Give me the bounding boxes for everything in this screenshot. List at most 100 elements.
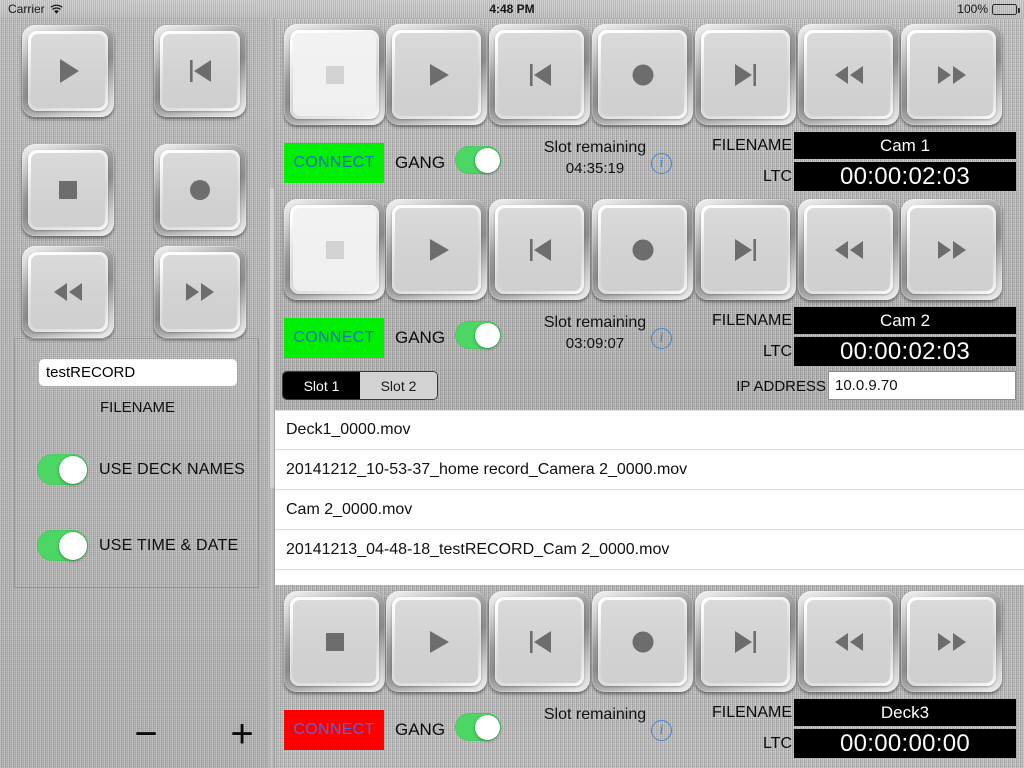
ip-address-input[interactable] — [828, 371, 1016, 400]
deck3-prev-button[interactable] — [489, 591, 590, 692]
filename-panel: FILENAME USE DECK NAMES USE TIME & DATE — [14, 338, 259, 588]
deck2-info-icon[interactable]: i — [651, 328, 672, 349]
deck2-fast-forward-button[interactable] — [901, 199, 1002, 300]
deck-row-2: CONNECT GANG Slot remaining 03:09:07 i F… — [275, 193, 1024, 368]
deck1-prev-button[interactable] — [489, 24, 590, 125]
deck2-stop-button[interactable] — [284, 199, 385, 300]
deck2-rewind-button[interactable] — [798, 199, 899, 300]
deck3-transport-bar — [275, 585, 1024, 698]
file-list-item[interactable]: 20141212_10-53-37_home record_Camera 2_0… — [275, 450, 1024, 490]
slot-2-segment[interactable]: Slot 2 — [360, 372, 437, 399]
file-list[interactable]: Deck1_0000.mov 20141212_10-53-37_home re… — [275, 410, 1024, 585]
rewind-icon — [54, 283, 82, 301]
deck1-play-button[interactable] — [386, 24, 487, 125]
deck3-info-icon[interactable]: i — [651, 720, 672, 741]
use-deck-names-toggle[interactable] — [37, 454, 88, 485]
sidebar-prev-button[interactable] — [154, 25, 246, 117]
decks-pane: CONNECT GANG Slot remaining 04:35:19 i F… — [275, 18, 1024, 768]
file-list-item[interactable]: Deck1_0000.mov — [275, 410, 1024, 450]
pane-scrollbar[interactable] — [269, 18, 275, 768]
skip-previous-icon — [529, 630, 551, 653]
clock: 4:48 PM — [489, 2, 535, 16]
deck1-filename-label: FILENAME — [711, 137, 792, 154]
use-deck-names-row[interactable]: USE DECK NAMES — [37, 454, 245, 485]
deck2-next-button[interactable] — [695, 199, 796, 300]
slot-segmented-control[interactable]: Slot 1 Slot 2 — [282, 371, 438, 400]
deck1-gang-toggle[interactable] — [455, 146, 501, 174]
use-time-date-row[interactable]: USE TIME & DATE — [37, 530, 238, 561]
fast-forward-icon — [937, 65, 966, 84]
play-icon — [429, 63, 449, 86]
remove-deck-button[interactable]: − — [120, 708, 172, 760]
deck2-record-button[interactable] — [592, 199, 693, 300]
deck2-transport-bar — [275, 193, 1024, 306]
deck3-record-button[interactable] — [592, 591, 693, 692]
deck3-filename-display: Deck3 — [794, 699, 1016, 726]
deck-count-controls: − + — [0, 708, 273, 763]
deck1-ltc-display: 00:00:02:03 — [794, 162, 1016, 191]
deck2-connect-button[interactable]: CONNECT — [284, 318, 384, 358]
skip-next-icon — [734, 630, 756, 653]
deck2-prev-button[interactable] — [489, 199, 590, 300]
use-deck-names-label: USE DECK NAMES — [99, 460, 245, 478]
deck1-stop-button[interactable] — [284, 24, 385, 125]
play-icon — [60, 59, 79, 83]
record-icon — [632, 239, 653, 260]
deck1-connect-button[interactable]: CONNECT — [284, 143, 384, 183]
deck2-info-bar: CONNECT GANG Slot remaining 03:09:07 i F… — [275, 306, 1024, 368]
scrollbar-thumb[interactable] — [270, 188, 274, 488]
deck2-play-button[interactable] — [386, 199, 487, 300]
deck1-ltc-label: LTC — [762, 168, 792, 185]
deck3-connect-button[interactable]: CONNECT — [284, 710, 384, 750]
toggle-knob — [58, 531, 87, 560]
skip-next-icon — [734, 238, 756, 261]
deck1-gang-label: GANG — [395, 153, 446, 172]
deck3-gang-toggle[interactable] — [455, 713, 501, 741]
deck1-next-button[interactable] — [695, 24, 796, 125]
sidebar-record-button[interactable] — [154, 144, 246, 236]
status-bar-right: 100% — [957, 2, 1020, 16]
rewind-icon — [834, 240, 863, 259]
sidebar-forward-button[interactable] — [154, 246, 246, 338]
deck2-filename-label: FILENAME — [711, 312, 792, 329]
add-deck-button[interactable]: + — [216, 708, 268, 760]
deck3-play-button[interactable] — [386, 591, 487, 692]
filename-input[interactable] — [39, 359, 237, 386]
deck1-fast-forward-button[interactable] — [901, 24, 1002, 125]
deck2-ltc-label: LTC — [762, 343, 792, 360]
stop-icon — [325, 240, 344, 259]
deck1-transport-bar — [275, 18, 1024, 131]
record-icon — [190, 180, 210, 200]
ip-address-label: IP ADDRESS — [736, 378, 826, 395]
deck3-info-bar: CONNECT GANG Slot remaining i FILENAME L… — [275, 698, 1024, 760]
file-list-item[interactable]: Cam 2_0000.mov — [275, 490, 1024, 530]
slot-and-ip-row: Slot 1 Slot 2 IP ADDRESS — [275, 368, 1024, 406]
toggle-knob — [474, 147, 500, 173]
deck3-display-labels: FILENAME LTC — [672, 698, 792, 759]
skip-previous-icon — [529, 238, 551, 261]
deck3-gang-label: GANG — [395, 720, 446, 739]
deck3-fast-forward-button[interactable] — [901, 591, 1002, 692]
rewind-icon — [834, 632, 863, 651]
deck1-info-icon[interactable]: i — [651, 153, 672, 174]
deck3-ltc-label: LTC — [762, 735, 792, 752]
deck3-next-button[interactable] — [695, 591, 796, 692]
deck2-gang-toggle[interactable] — [455, 321, 501, 349]
deck3-stop-button[interactable] — [284, 591, 385, 692]
sidebar-play-button[interactable] — [22, 25, 114, 117]
slot-1-segment[interactable]: Slot 1 — [283, 372, 360, 399]
sidebar-rewind-button[interactable] — [22, 246, 114, 338]
deck1-record-button[interactable] — [592, 24, 693, 125]
use-time-date-toggle[interactable] — [37, 530, 88, 561]
record-icon — [632, 631, 653, 652]
deck1-info-bar: CONNECT GANG Slot remaining 04:35:19 i F… — [275, 131, 1024, 193]
deck3-displays: Deck3 00:00:00:00 — [794, 699, 1016, 758]
rewind-icon — [834, 65, 863, 84]
sidebar-stop-button[interactable] — [22, 144, 114, 236]
deck2-displays: Cam 2 00:00:02:03 — [794, 307, 1016, 366]
battery-percent-label: 100% — [957, 2, 988, 16]
deck3-rewind-button[interactable] — [798, 591, 899, 692]
deck-row-3: CONNECT GANG Slot remaining i FILENAME L… — [275, 585, 1024, 760]
file-list-item[interactable]: 20141213_04-48-18_testRECORD_Cam 2_0000.… — [275, 530, 1024, 570]
deck1-rewind-button[interactable] — [798, 24, 899, 125]
